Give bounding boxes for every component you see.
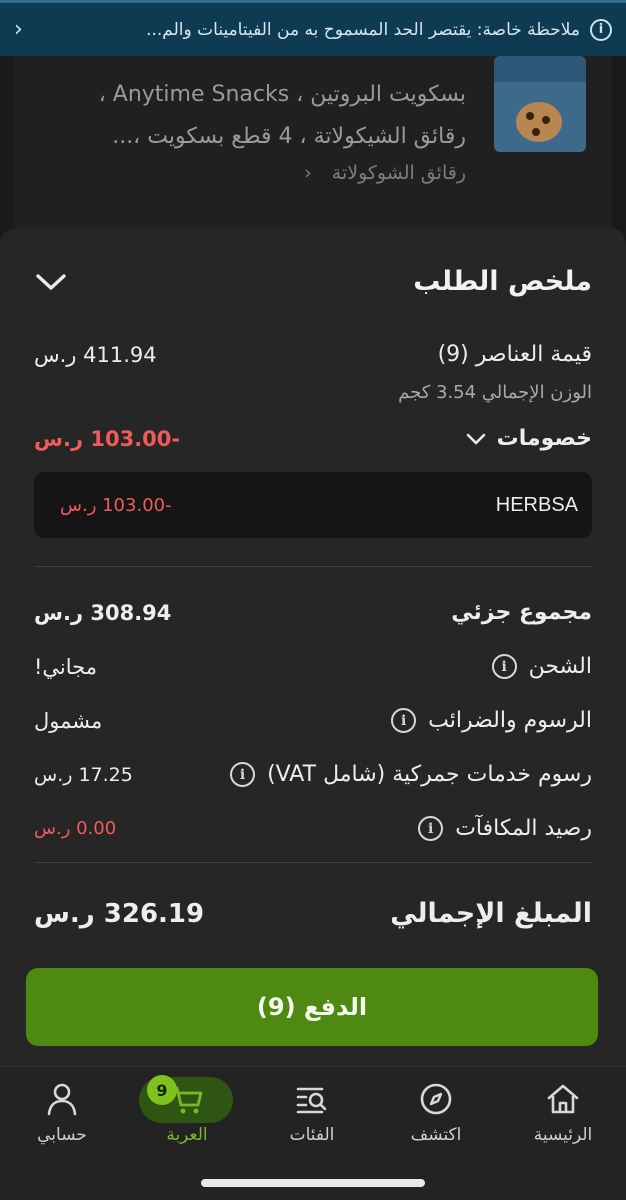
chevron-left-icon[interactable]: ‹ (14, 17, 23, 42)
rewards-value: 0.00 ر.س (34, 818, 117, 839)
nav-explore-label: اكتشف (410, 1125, 462, 1145)
customs-info-icon[interactable]: i (230, 762, 256, 787)
nav-home[interactable]: الرئيسية (513, 1079, 613, 1159)
subtotal-row: مجموع جزئي 308.94 ر.س (34, 600, 592, 625)
items-value: 411.94 ر.س (34, 342, 157, 367)
shipping-label: الشحن (528, 654, 592, 679)
fees-label: الرسوم والضرائب (428, 708, 592, 733)
customs-label: رسوم خدمات جمركية (شامل VAT) (267, 762, 592, 787)
total-value: 326.19 ر.س (34, 898, 205, 929)
subtotal-label: مجموع جزئي (451, 600, 592, 625)
rewards-row: رصيد المكافآت i 0.00 ر.س (34, 816, 592, 841)
subtotal-value: 308.94 ر.س (34, 600, 172, 625)
total-label: المبلغ الإجمالي (390, 898, 592, 929)
compass-icon (420, 1083, 452, 1115)
shipping-value: مجاني! (34, 654, 97, 679)
pay-button[interactable]: الدفع (9) (26, 968, 598, 1046)
rewards-label: رصيد المكافآت (455, 816, 592, 841)
info-icon: i (590, 18, 612, 41)
discounts-toggle[interactable]: خصومات (465, 426, 592, 451)
discounts-row[interactable]: خصومات -103.00 ر.س (34, 426, 592, 451)
customs-row: رسوم خدمات جمركية (شامل VAT) i 17.25 ر.س (34, 762, 592, 787)
coupon-code: HERBSA (495, 493, 578, 516)
weight-label: الوزن الإجمالي 3.54 كجم (398, 382, 592, 403)
rewards-info-icon[interactable]: i (418, 816, 444, 841)
chevron-left-icon: ‹ (304, 162, 312, 184)
variant-label: رقائق الشوكولاتة (331, 162, 466, 184)
shipping-info-icon[interactable]: i (491, 654, 517, 679)
order-summary-sheet: ملخص الطلب قيمة العناصر (9) 411.94 ر.س ا… (0, 228, 626, 1066)
fees-value: مشمول (34, 708, 103, 733)
items-label: قيمة العناصر (9) (437, 342, 592, 367)
product-variant[interactable]: رقائق الشوكولاتة ‹ (304, 162, 466, 184)
nav-cart[interactable]: 9 العربة (137, 1075, 237, 1159)
home-indicator (201, 1179, 425, 1187)
notice-text: ملاحظة خاصة: يقتصر الحد المسموح به من ال… (146, 19, 580, 40)
customs-value: 17.25 ر.س (34, 763, 133, 786)
nav-account[interactable]: حسابي (12, 1079, 112, 1159)
user-icon (47, 1083, 77, 1116)
nav-cart-label: العربة (166, 1125, 208, 1145)
product-card[interactable]: بسكويت البروتين ، Anytime Snacks ، رقائق… (14, 56, 612, 256)
discounts-label: خصومات (496, 426, 592, 451)
nav-account-label: حسابي (37, 1125, 87, 1145)
bottom-nav: الرئيسية اكتشف الفئات 9 العربة حسابي (0, 1066, 626, 1200)
fees-row: الرسوم والضرائب i مشمول (34, 708, 592, 733)
shipping-row: الشحن i مجاني! (34, 654, 592, 679)
nav-home-label: الرئيسية (533, 1125, 593, 1145)
coupon-value: -103.00 ر.س (60, 494, 172, 516)
cart-count-badge: 9 (147, 1075, 177, 1105)
product-name: بسكويت البروتين ، Anytime Snacks ، رقائق… (98, 82, 466, 149)
nav-categories-label: الفئات (289, 1125, 335, 1145)
total-row: المبلغ الإجمالي 326.19 ر.س (34, 898, 592, 929)
divider (34, 862, 592, 863)
chevron-down-icon[interactable] (34, 267, 68, 297)
coupon-row: HERBSA -103.00 ر.س (34, 472, 592, 538)
weight-row: الوزن الإجمالي 3.54 كجم (34, 382, 592, 403)
fees-info-icon[interactable]: i (391, 708, 417, 733)
sheet-title: ملخص الطلب (413, 266, 592, 297)
notice-banner[interactable]: i ملاحظة خاصة: يقتصر الحد المسموح به من … (0, 0, 626, 56)
categories-search-icon (296, 1087, 327, 1114)
home-icon (547, 1084, 579, 1114)
discounts-value: -103.00 ر.س (34, 426, 181, 451)
divider (34, 566, 592, 567)
nav-explore[interactable]: اكتشف (386, 1079, 486, 1159)
chevron-down-icon (466, 433, 485, 444)
nav-categories[interactable]: الفئات (262, 1079, 362, 1159)
items-row: قيمة العناصر (9) 411.94 ر.س (34, 342, 592, 367)
product-image (494, 56, 586, 152)
